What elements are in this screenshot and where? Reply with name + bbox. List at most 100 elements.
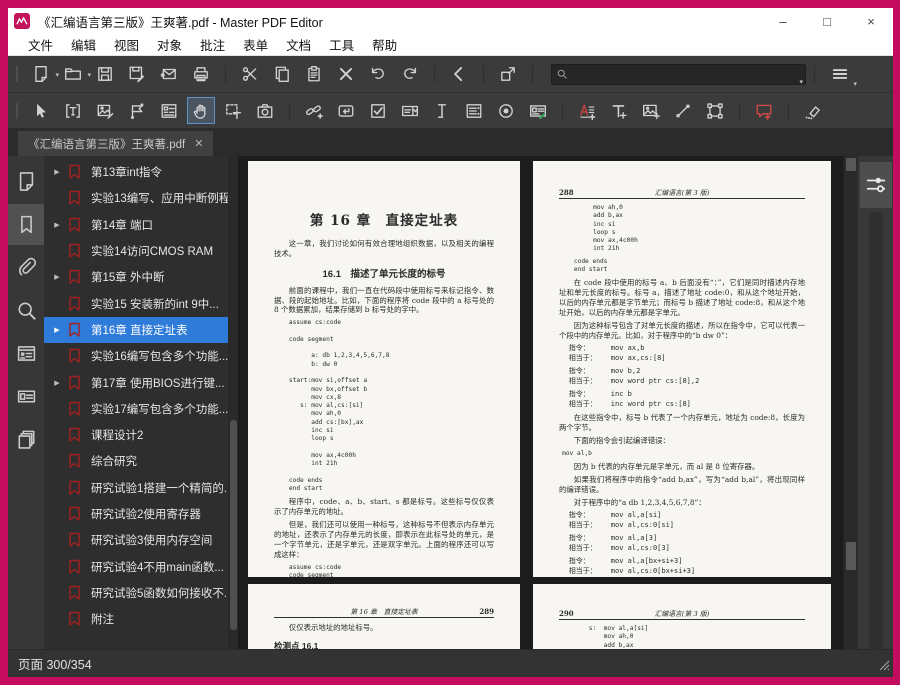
comment-add-icon [755, 102, 773, 120]
rectangle-tool-button[interactable] [701, 97, 729, 124]
bookmark-item[interactable]: 实验14访问CMOS RAM [44, 238, 228, 264]
forms-panel-button[interactable] [8, 333, 44, 374]
bookmark-item[interactable]: 研究试验4不用main函数... [44, 553, 228, 579]
text-field-button[interactable] [428, 97, 456, 124]
checkbox-field-button[interactable] [364, 97, 392, 124]
fit-page-button[interactable] [494, 61, 522, 88]
add-text-button[interactable] [573, 97, 601, 124]
layers-panel-button[interactable] [8, 419, 44, 460]
bookmark-item[interactable]: 实验16编写包含多个功能... [44, 343, 228, 369]
document-area[interactable]: 第 16 章 直接定址表这一章，我们讨论如何有效合理地组织数据，以及相关的编程技… [238, 156, 843, 649]
attachments-panel-button[interactable] [8, 247, 44, 288]
bookmark-item[interactable]: 研究试验5函数如何接收不... [44, 580, 228, 606]
link-tool-button[interactable] [300, 97, 328, 124]
pdf-page-288[interactable]: 288汇编语言(第 3 版)mov ah,0 add b,ax inc si l… [533, 161, 831, 577]
bookmark-item[interactable]: 实验17编写包含多个功能... [44, 396, 228, 422]
search-dropdown-icon[interactable]: ▾ [799, 78, 803, 86]
menu-item-6[interactable]: 表单 [235, 33, 276, 56]
bookmark-item[interactable]: 研究试验1搭建一个精简的... [44, 475, 228, 501]
select-tool-button[interactable] [27, 97, 55, 124]
pdf-page-287[interactable]: 第 16 章 直接定址表这一章，我们讨论如何有效合理地组织数据，以及相关的编程技… [248, 161, 520, 577]
tab-close-icon[interactable]: ✕ [194, 137, 203, 150]
thumbnails-panel-button[interactable] [8, 161, 44, 202]
open-file-button[interactable]: ▾ [59, 61, 87, 88]
bookmark-item[interactable]: 课程设计2 [44, 422, 228, 448]
overflow-menu-button[interactable]: ▾ [823, 60, 857, 88]
bookmark-item[interactable]: 实验13编写、应用中断例程 [44, 185, 228, 211]
signatures-panel-button[interactable] [8, 376, 44, 417]
pdf-page-289[interactable]: 第 16 章 直接定址表289仅仅表示地址的地址标号。检测点 16.1 [248, 584, 520, 649]
zoom-sliders-button[interactable] [860, 162, 892, 208]
close-button[interactable]: × [849, 8, 893, 34]
pdf-page-290[interactable]: 290汇编语言(第 3 版) s: mov al,a[si] mov ah,0 … [533, 584, 831, 649]
edit-image-button[interactable] [91, 97, 119, 124]
edit-path-button[interactable] [123, 97, 151, 124]
minimize-button[interactable]: – [761, 8, 805, 34]
bookmark-item[interactable]: 实验15 安装新的int 9中... [44, 290, 228, 316]
bookmark-item[interactable]: 研究试验2使用寄存器 [44, 501, 228, 527]
document-scrollbar-marker[interactable] [846, 542, 856, 570]
bookmark-item[interactable]: ▶第14章 端口 [44, 212, 228, 238]
bookmark-item[interactable]: 附注 [44, 606, 228, 632]
bookmark-item[interactable]: 综合研究 [44, 448, 228, 474]
bookmark-item[interactable]: ▶第15章 外中断 [44, 264, 228, 290]
sticky-note-button[interactable] [750, 97, 778, 124]
bookmark-item[interactable]: ▶第13章int指令 [44, 159, 228, 185]
expand-arrow-icon[interactable]: ▶ [47, 326, 67, 334]
paste-button[interactable] [300, 61, 328, 88]
delete-button[interactable] [332, 61, 360, 88]
document-scrollbar[interactable] [843, 156, 857, 649]
save-as-button[interactable] [123, 61, 151, 88]
back-button[interactable] [445, 61, 473, 88]
snapshot-button[interactable] [251, 97, 279, 124]
redo-button[interactable] [396, 61, 424, 88]
combobox-field-button[interactable] [396, 97, 424, 124]
maximize-button[interactable]: □ [805, 8, 849, 34]
send-email-button[interactable] [155, 61, 183, 88]
bookmarks-scrollbar-thumb[interactable] [230, 420, 237, 630]
expand-arrow-icon[interactable]: ▶ [47, 221, 67, 229]
expand-arrow-icon[interactable]: ▶ [47, 273, 67, 281]
search-input[interactable] [568, 65, 801, 84]
menu-item-8[interactable]: 工具 [321, 33, 362, 56]
menu-item-3[interactable]: 视图 [106, 33, 147, 56]
instruction-equivalence: 指令：mov ax,b相当于：mov ax,cs:[8] [569, 344, 805, 364]
expand-arrow-icon[interactable]: ▶ [47, 168, 67, 176]
bookmarks-scrollbar[interactable] [228, 156, 238, 649]
copy-button[interactable] [268, 61, 296, 88]
select-text-area-button[interactable] [219, 97, 247, 124]
menu-item-1[interactable]: 文件 [20, 33, 61, 56]
listbox-field-button[interactable] [460, 97, 488, 124]
menu-item-7[interactable]: 文档 [278, 33, 319, 56]
add-text-box-button[interactable] [605, 97, 633, 124]
radio-field-button[interactable] [492, 97, 520, 124]
hand-tool-button[interactable] [187, 97, 215, 124]
expand-arrow-icon[interactable]: ▶ [47, 379, 67, 387]
bookmark-item[interactable]: ▶第16章 直接定址表 [44, 317, 228, 343]
search-panel-button[interactable] [8, 290, 44, 331]
bookmark-item[interactable]: ▶第17章 使用BIOS进行键... [44, 369, 228, 395]
menu-item-2[interactable]: 编辑 [63, 33, 104, 56]
new-document-button[interactable]: ▾ [27, 61, 55, 88]
bookmark-item[interactable]: 研究试验3使用内存空间 [44, 527, 228, 553]
bookmarks-panel-button[interactable] [8, 204, 44, 245]
document-tab[interactable]: 《汇编语言第三版》王爽著.pdf ✕ [18, 131, 213, 156]
menu-item-9[interactable]: 帮助 [364, 33, 405, 56]
edit-forms-button[interactable] [155, 97, 183, 124]
cut-button[interactable] [236, 61, 264, 88]
document-scrollbar-thumb[interactable] [846, 158, 856, 171]
menu-item-4[interactable]: 对象 [149, 33, 190, 56]
edit-text-button[interactable] [59, 97, 87, 124]
signature-field-button[interactable] [524, 97, 552, 124]
save-button[interactable] [91, 61, 119, 88]
add-image-button[interactable] [637, 97, 665, 124]
line-tool-button[interactable] [669, 97, 697, 124]
menu-item-5[interactable]: 批注 [192, 33, 233, 56]
resize-grip-icon[interactable] [879, 660, 890, 674]
window-title: 《汇编语言第三版》王爽著.pdf - Master PDF Editor [38, 12, 323, 31]
bookmark-label: 实验15 安装新的int 9中... [91, 296, 219, 312]
undo-button[interactable] [364, 61, 392, 88]
print-button[interactable] [187, 61, 215, 88]
highlight-tool-button[interactable] [799, 97, 827, 124]
button-field-button[interactable] [332, 97, 360, 124]
